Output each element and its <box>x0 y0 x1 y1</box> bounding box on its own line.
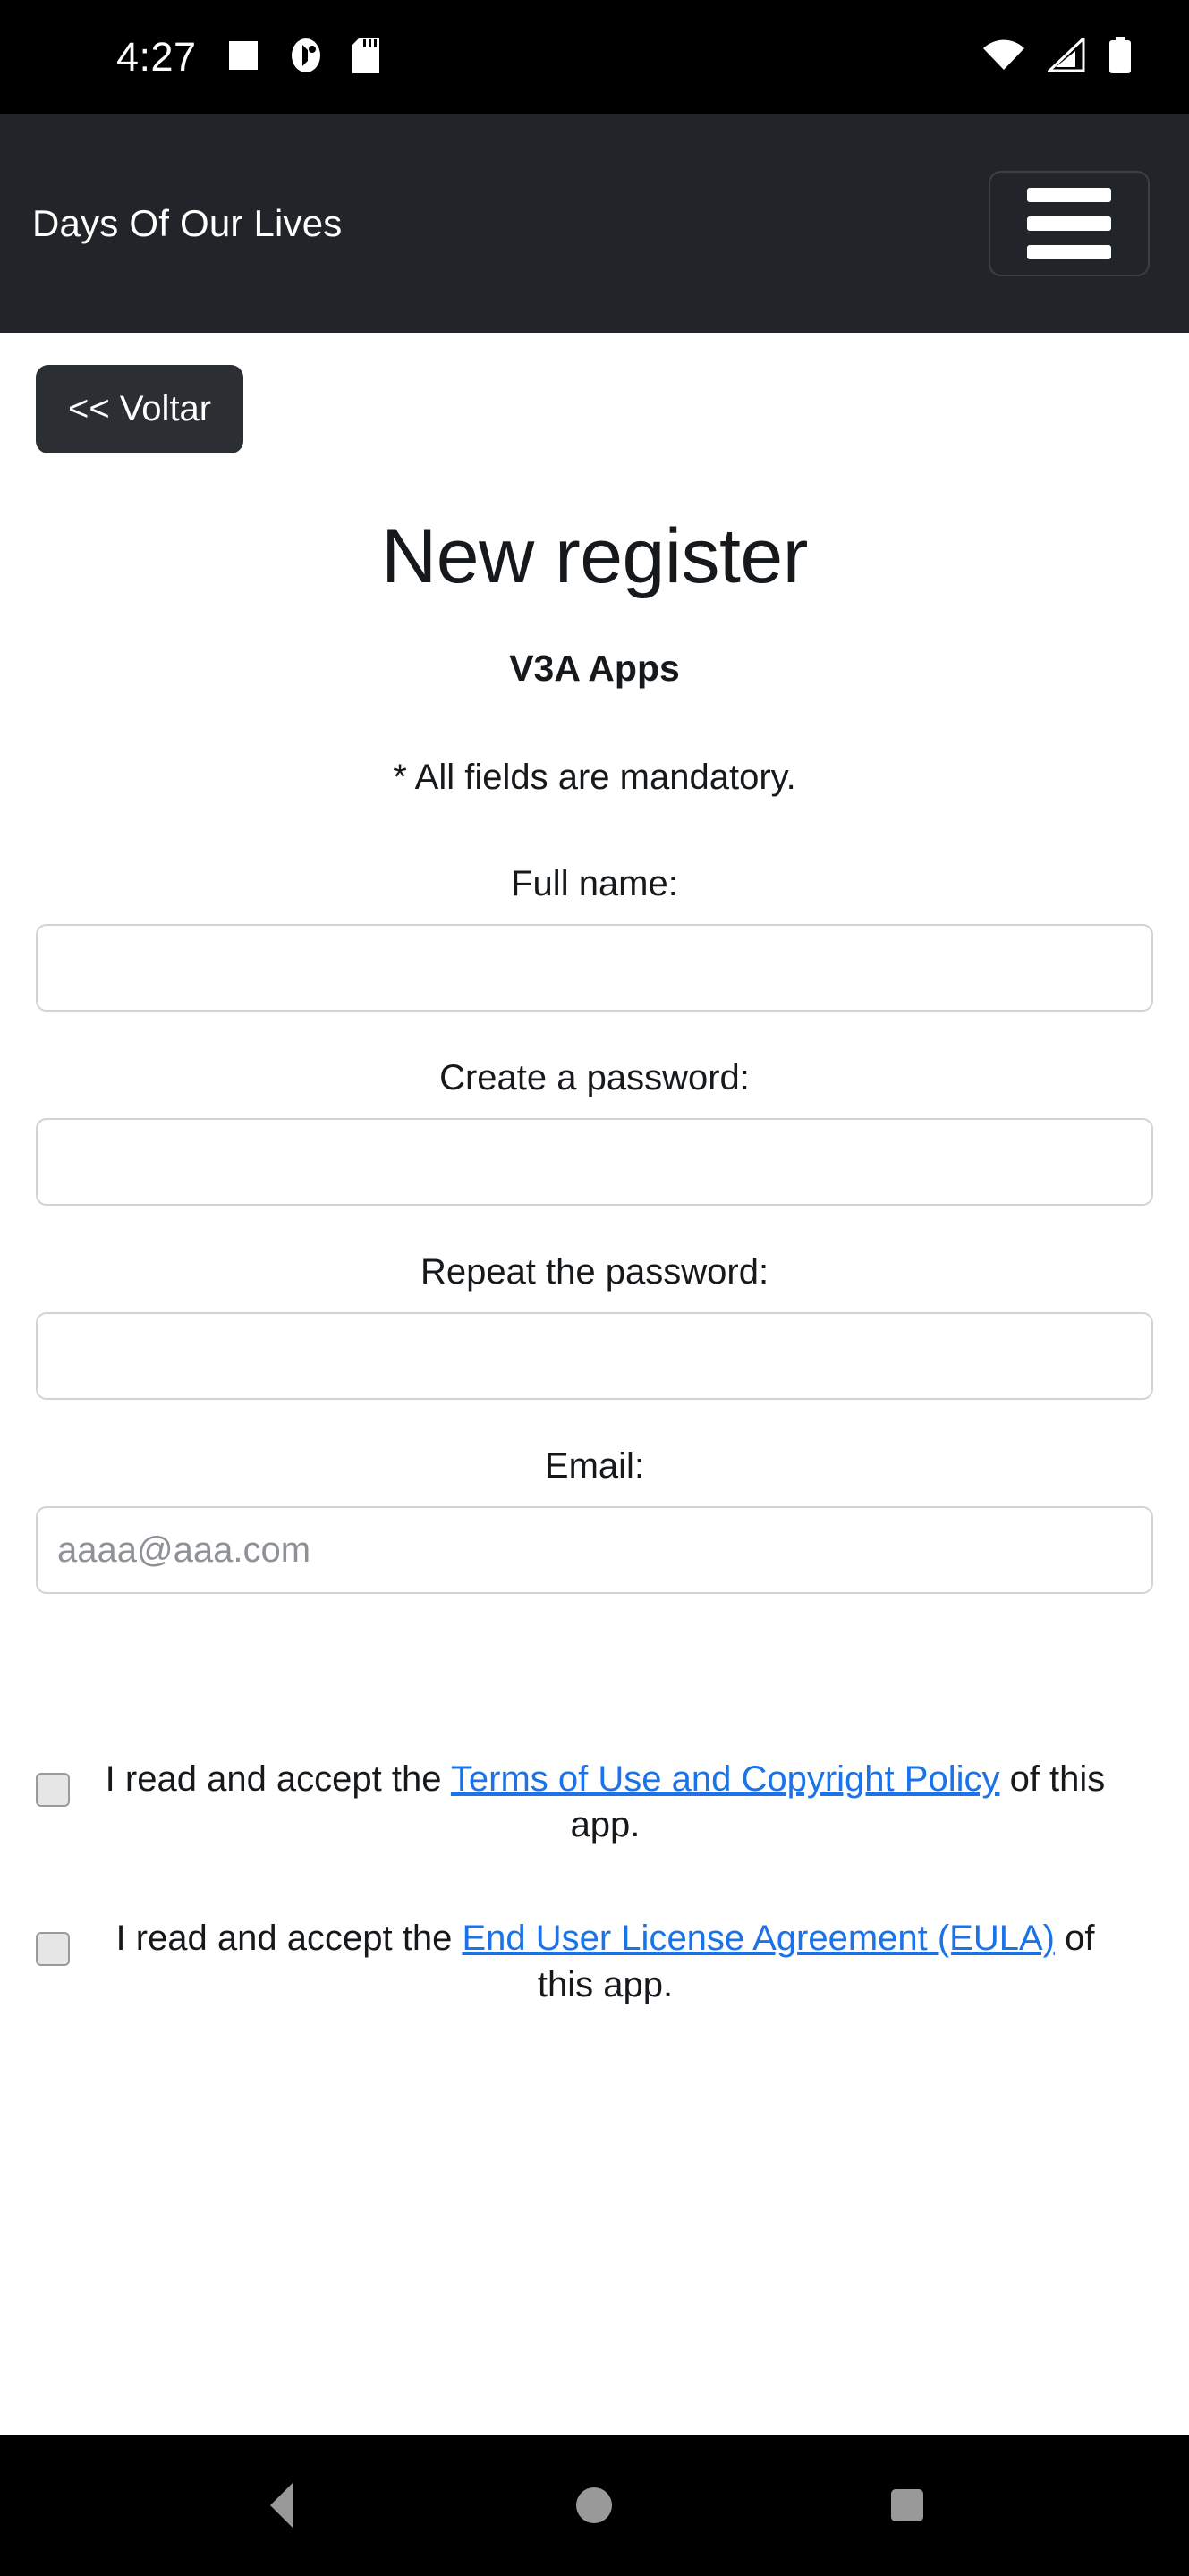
field-group-repeat-password: Repeat the password: <box>36 1252 1153 1400</box>
mandatory-fields-note: * All fields are mandatory. <box>393 758 796 797</box>
app-header: Days Of Our Lives <box>0 114 1189 333</box>
consent-block: I read and accept the Terms of Use and C… <box>36 1757 1153 2008</box>
status-clock: 4:27 <box>116 34 197 80</box>
repeat-password-input[interactable] <box>36 1312 1153 1400</box>
terms-checkbox[interactable] <box>36 1773 70 1807</box>
terms-consent-text: I read and accept the Terms of Use and C… <box>88 1757 1153 1848</box>
consent-row-eula: I read and accept the End User License A… <box>36 1916 1153 2007</box>
field-group-email: Email: <box>36 1446 1153 1594</box>
app-title: Days Of Our Lives <box>32 202 343 244</box>
status-bar-right <box>983 35 1150 79</box>
field-group-create-password: Create a password: <box>36 1058 1153 1206</box>
square-recents-icon <box>891 2489 924 2521</box>
app-badge-icon <box>290 38 322 78</box>
eula-consent-text: I read and accept the End User License A… <box>88 1916 1153 2007</box>
hamburger-menu-icon[interactable] <box>989 171 1150 276</box>
nav-back-button[interactable] <box>228 2452 335 2559</box>
eula-link[interactable]: End User License Agreement (EULA) <box>462 1919 1055 1958</box>
terms-of-use-link[interactable]: Terms of Use and Copyright Policy <box>451 1759 1000 1799</box>
menu-bar-2 <box>1027 216 1111 231</box>
page-subtitle: V3A Apps <box>509 648 680 689</box>
triangle-back-icon <box>269 2482 293 2529</box>
email-input[interactable] <box>36 1506 1153 1594</box>
page-content: << Voltar New register V3A Apps * All fi… <box>0 333 1189 2435</box>
circle-home-icon <box>576 2487 613 2523</box>
sd-card-icon <box>352 37 379 78</box>
back-button[interactable]: << Voltar <box>36 365 244 453</box>
page-title: New register <box>381 513 808 599</box>
square-notification-icon <box>227 39 259 76</box>
menu-bar-3 <box>1027 245 1111 259</box>
wifi-icon <box>983 39 1024 76</box>
battery-icon <box>1108 36 1132 79</box>
email-label: Email: <box>544 1446 645 1486</box>
android-nav-bar <box>0 2435 1189 2576</box>
full-name-label: Full name: <box>511 864 678 903</box>
repeat-password-label: Repeat the password: <box>420 1252 769 1292</box>
field-group-full-name: Full name: <box>36 864 1153 1012</box>
create-password-label: Create a password: <box>439 1058 750 1097</box>
menu-bar-1 <box>1027 188 1111 202</box>
phone-screen: 4:27 Days Of Our Lives << Voltar New reg… <box>0 0 1189 2576</box>
terms-prefix: I read and accept the <box>105 1759 451 1799</box>
cellular-signal-icon <box>1046 35 1085 77</box>
consent-row-terms: I read and accept the Terms of Use and C… <box>36 1757 1153 1848</box>
nav-recents-button[interactable] <box>854 2452 961 2559</box>
create-password-input[interactable] <box>36 1118 1153 1206</box>
status-bar: 4:27 <box>0 0 1189 114</box>
full-name-input[interactable] <box>36 924 1153 1012</box>
eula-checkbox[interactable] <box>36 1932 70 1967</box>
status-bar-left: 4:27 <box>116 34 379 80</box>
nav-home-button[interactable] <box>540 2452 648 2559</box>
eula-prefix: I read and accept the <box>115 1919 463 1959</box>
